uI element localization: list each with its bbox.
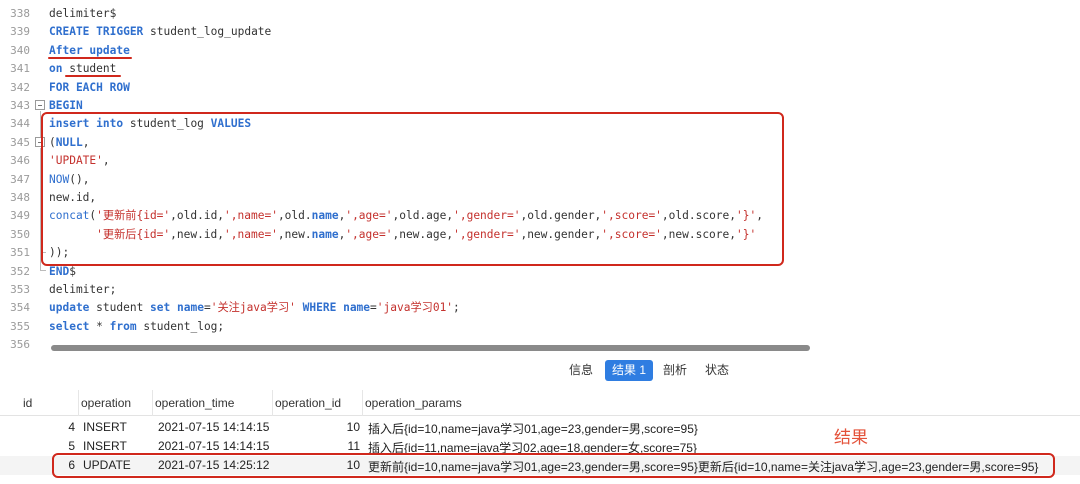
line-number: 345 xyxy=(10,135,30,149)
code-text[interactable]: delimiter$ xyxy=(49,5,116,23)
code-text[interactable]: select * from student_log; xyxy=(49,318,224,336)
sql-editor[interactable]: 338 delimiter$ 339 CREATE TRIGGER student_l… xyxy=(0,0,1080,356)
cell-id: 5 xyxy=(68,439,75,453)
red-underline-student xyxy=(65,75,121,77)
code-line[interactable]: 353 delimiter; xyxy=(0,280,1080,298)
line-number: 339 xyxy=(10,25,30,39)
line-number: 342 xyxy=(10,80,30,94)
line-number: 346 xyxy=(10,154,30,168)
code-text[interactable]: delimiter; xyxy=(49,281,116,299)
line-number: 341 xyxy=(10,62,30,76)
code-line[interactable]: 340 After update xyxy=(0,41,1080,59)
grid-header: id operation operation_time operation_id… xyxy=(0,390,1080,416)
line-number: 355 xyxy=(10,319,30,333)
code-line[interactable]: 342 FOR EACH ROW xyxy=(0,78,1080,96)
column-header-operation-params[interactable]: operation_params xyxy=(362,390,462,416)
cell-id: 4 xyxy=(68,420,75,434)
column-header-id[interactable]: id xyxy=(20,390,32,416)
code-line[interactable]: 354 update student set name='关注java学习' WH… xyxy=(0,298,1080,316)
code-text[interactable]: FOR EACH ROW xyxy=(49,79,130,97)
column-header-operation-id[interactable]: operation_id xyxy=(272,390,341,416)
line-number: 349 xyxy=(10,209,30,223)
code-line[interactable]: 338 delimiter$ xyxy=(0,4,1080,22)
line-number: 338 xyxy=(10,7,30,20)
line-number: 347 xyxy=(10,172,30,186)
code-line[interactable]: 341 on student xyxy=(0,59,1080,77)
column-header-operation-time[interactable]: operation_time xyxy=(152,390,234,416)
line-number: 353 xyxy=(10,283,30,296)
line-number: 344 xyxy=(10,117,30,131)
tab-info[interactable]: 信息 xyxy=(562,360,600,381)
cell-operation-id: 10 xyxy=(346,420,360,434)
fold-toggle-begin[interactable] xyxy=(35,100,45,110)
result-tabbar: 信息 结果 1 剖析 状态 xyxy=(0,356,1080,386)
column-header-operation[interactable]: operation xyxy=(78,390,131,416)
line-number: 352 xyxy=(10,264,30,278)
line-number: 354 xyxy=(10,301,30,315)
line-number: 348 xyxy=(10,191,30,204)
red-underline-after-update xyxy=(48,57,132,59)
line-number: 350 xyxy=(10,227,30,241)
red-highlight-box-trigger-body xyxy=(41,112,784,266)
line-number: 351 xyxy=(10,246,30,260)
cell-operation-id: 11 xyxy=(347,439,360,453)
table-row[interactable]: 4 INSERT 2021-07-15 14:14:15 10 插入后{id=1… xyxy=(0,418,1080,437)
cell-operation-time: 2021-07-15 14:14:15 xyxy=(158,439,270,453)
cell-operation: INSERT xyxy=(83,439,127,453)
code-text[interactable]: update student set name='关注java学习' WHERE… xyxy=(49,299,460,317)
cell-operation: INSERT xyxy=(83,420,127,434)
code-text[interactable]: CREATE TRIGGER student_log_update xyxy=(49,23,271,41)
cell-operation-time: 2021-07-15 14:14:15 xyxy=(158,420,270,434)
fold-end-marker xyxy=(40,270,46,271)
result-annotation-label: 结果 xyxy=(834,428,868,447)
line-number: 343 xyxy=(10,99,30,112)
tab-result-1[interactable]: 结果 1 xyxy=(605,360,654,381)
cell-operation-params: 插入后{id=10,name=java学习01,age=23,gender=男,… xyxy=(368,422,698,436)
code-line[interactable]: 355 select * from student_log; xyxy=(0,317,1080,335)
tab-status[interactable]: 状态 xyxy=(698,360,736,381)
line-number: 340 xyxy=(10,43,30,57)
red-highlight-box-update-row xyxy=(52,453,1055,478)
horizontal-scrollbar-thumb[interactable] xyxy=(51,345,810,351)
tab-profile[interactable]: 剖析 xyxy=(656,360,694,381)
code-line[interactable]: 339 CREATE TRIGGER student_log_update xyxy=(0,22,1080,40)
